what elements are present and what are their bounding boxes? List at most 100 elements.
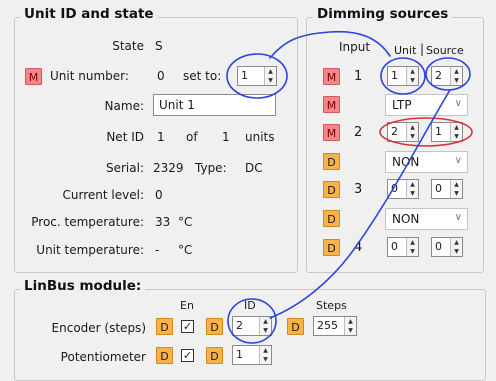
input-4-source-value: 0 [435,240,442,253]
spin-up-icon[interactable]: ▲ [407,123,418,132]
input-2-mode-select[interactable]: NON ∨ [385,151,468,173]
pot-id-arrows[interactable]: ▲ ▼ [259,346,271,364]
input-2-source-spinner[interactable]: 1 ▲ ▼ [431,122,463,142]
spin-up-icon[interactable]: ▲ [345,317,356,326]
set-to-arrows[interactable]: ▲ ▼ [264,67,276,85]
spin-up-icon[interactable]: ▲ [407,238,418,247]
input-3-mode-d-button[interactable]: D [323,210,340,227]
chevron-down-icon: ∨ [454,212,462,223]
pot-id-spinner[interactable]: 1 ▲ ▼ [232,345,272,365]
encoder-steps-spinner[interactable]: 255 ▲ ▼ [313,316,357,336]
encoder-d-button[interactable]: D [156,318,173,335]
input-2-source-value: 1 [435,125,442,138]
input-3-mode-select[interactable]: NON ∨ [385,208,468,230]
spin-down-icon[interactable]: ▼ [451,247,462,256]
input-1-mode-value: LTP [392,98,412,112]
input-2-source-arrows[interactable]: ▲ ▼ [450,123,462,141]
serial-label: Serial: [106,161,144,175]
spin-up-icon[interactable]: ▲ [451,67,462,76]
encoder-id-value: 2 [236,319,243,332]
unit-number-value: 0 [157,69,165,83]
encoder-id-arrows[interactable]: ▲ ▼ [259,317,271,335]
input-4-label: 4 [354,240,363,255]
encoder-steps-d-button[interactable]: D [287,318,304,335]
spin-down-icon[interactable]: ▼ [407,189,418,198]
netid-value: 1 [157,130,165,144]
serial-value: 2329 [153,161,184,175]
spin-down-icon[interactable]: ▼ [451,76,462,85]
steps-header: Steps [316,299,347,312]
unit-number-label: Unit number: [50,69,129,83]
pot-id-d-button[interactable]: D [206,347,223,364]
input-1-unit-spinner[interactable]: 1 ▲ ▼ [387,66,419,86]
spin-down-icon[interactable]: ▼ [451,132,462,141]
spin-down-icon[interactable]: ▼ [407,247,418,256]
type-value: DC [245,161,263,175]
unit-id-title: Unit ID and state [20,6,158,22]
input-1-mode-m-button[interactable]: M [323,96,340,113]
set-to-value: 1 [241,69,248,82]
input-3-unit-value: 0 [391,182,398,195]
spin-down-icon[interactable]: ▼ [407,132,418,141]
pot-enable-checkbox[interactable]: ✓ [181,349,194,362]
spin-up-icon[interactable]: ▲ [260,346,271,355]
chevron-down-icon: ∨ [454,155,462,166]
unit-header: Unit [394,44,417,57]
input-3-unit-spinner[interactable]: 0 ▲ ▼ [387,179,419,199]
potentiometer-label: Potentiometer [60,350,146,364]
input-2-m-button[interactable]: M [323,124,340,141]
spin-down-icon[interactable]: ▼ [451,189,462,198]
spin-down-icon[interactable]: ▼ [265,76,276,85]
input-3-source-arrows[interactable]: ▲ ▼ [450,180,462,198]
spin-down-icon[interactable]: ▼ [260,355,271,364]
input-2-unit-spinner[interactable]: 2 ▲ ▼ [387,122,419,142]
unit-temp-unit: °C [178,243,193,257]
input-2-unit-arrows[interactable]: ▲ ▼ [406,123,418,141]
state-label: State [112,39,144,53]
spin-down-icon[interactable]: ▼ [345,326,356,335]
input-4-d-button[interactable]: D [323,239,340,256]
current-level-value: 0 [155,188,163,202]
proc-temp-value: 33 [155,215,171,229]
id-header: ID [244,299,256,312]
encoder-steps-value: 255 [317,319,338,332]
encoder-enable-checkbox[interactable]: ✓ [181,320,194,333]
spin-up-icon[interactable]: ▲ [260,317,271,326]
input-1-source-arrows[interactable]: ▲ ▼ [450,67,462,85]
spin-up-icon[interactable]: ▲ [407,67,418,76]
set-to-label: set to: [183,69,222,83]
spin-up-icon[interactable]: ▲ [451,238,462,247]
spin-up-icon[interactable]: ▲ [265,67,276,76]
pot-id-value: 1 [236,348,243,361]
input-3-source-spinner[interactable]: 0 ▲ ▼ [431,179,463,199]
spin-down-icon[interactable]: ▼ [407,76,418,85]
input-3-unit-arrows[interactable]: ▲ ▼ [406,180,418,198]
input-1-source-spinner[interactable]: 2 ▲ ▼ [431,66,463,86]
units-count: 1 [222,130,230,144]
spin-up-icon[interactable]: ▲ [407,180,418,189]
input-4-unit-spinner[interactable]: 0 ▲ ▼ [387,237,419,257]
set-to-spinner[interactable]: 1 ▲ ▼ [237,66,277,86]
input-1-unit-arrows[interactable]: ▲ ▼ [406,67,418,85]
input-1-m-button[interactable]: M [323,68,340,85]
spin-up-icon[interactable]: ▲ [451,123,462,132]
input-4-unit-arrows[interactable]: ▲ ▼ [406,238,418,256]
input-1-mode-select[interactable]: LTP ∨ [385,94,468,116]
encoder-id-d-button[interactable]: D [206,318,223,335]
netid-of-label: of [186,130,198,144]
encoder-id-spinner[interactable]: 2 ▲ ▼ [232,316,272,336]
spin-up-icon[interactable]: ▲ [451,180,462,189]
units-label: units [245,130,275,144]
input-2-mode-value: NON [392,155,420,169]
input-2-mode-d-button[interactable]: D [323,153,340,170]
input-3-d-button[interactable]: D [323,181,340,198]
input-4-unit-value: 0 [391,240,398,253]
input-4-source-arrows[interactable]: ▲ ▼ [450,238,462,256]
input-header: Input [339,40,371,54]
pot-d-button[interactable]: D [156,347,173,364]
name-input[interactable]: Unit 1 [153,94,276,116]
input-4-source-spinner[interactable]: 0 ▲ ▼ [431,237,463,257]
spin-down-icon[interactable]: ▼ [260,326,271,335]
encoder-steps-arrows[interactable]: ▲ ▼ [344,317,356,335]
unit-m-button[interactable]: M [25,68,42,85]
